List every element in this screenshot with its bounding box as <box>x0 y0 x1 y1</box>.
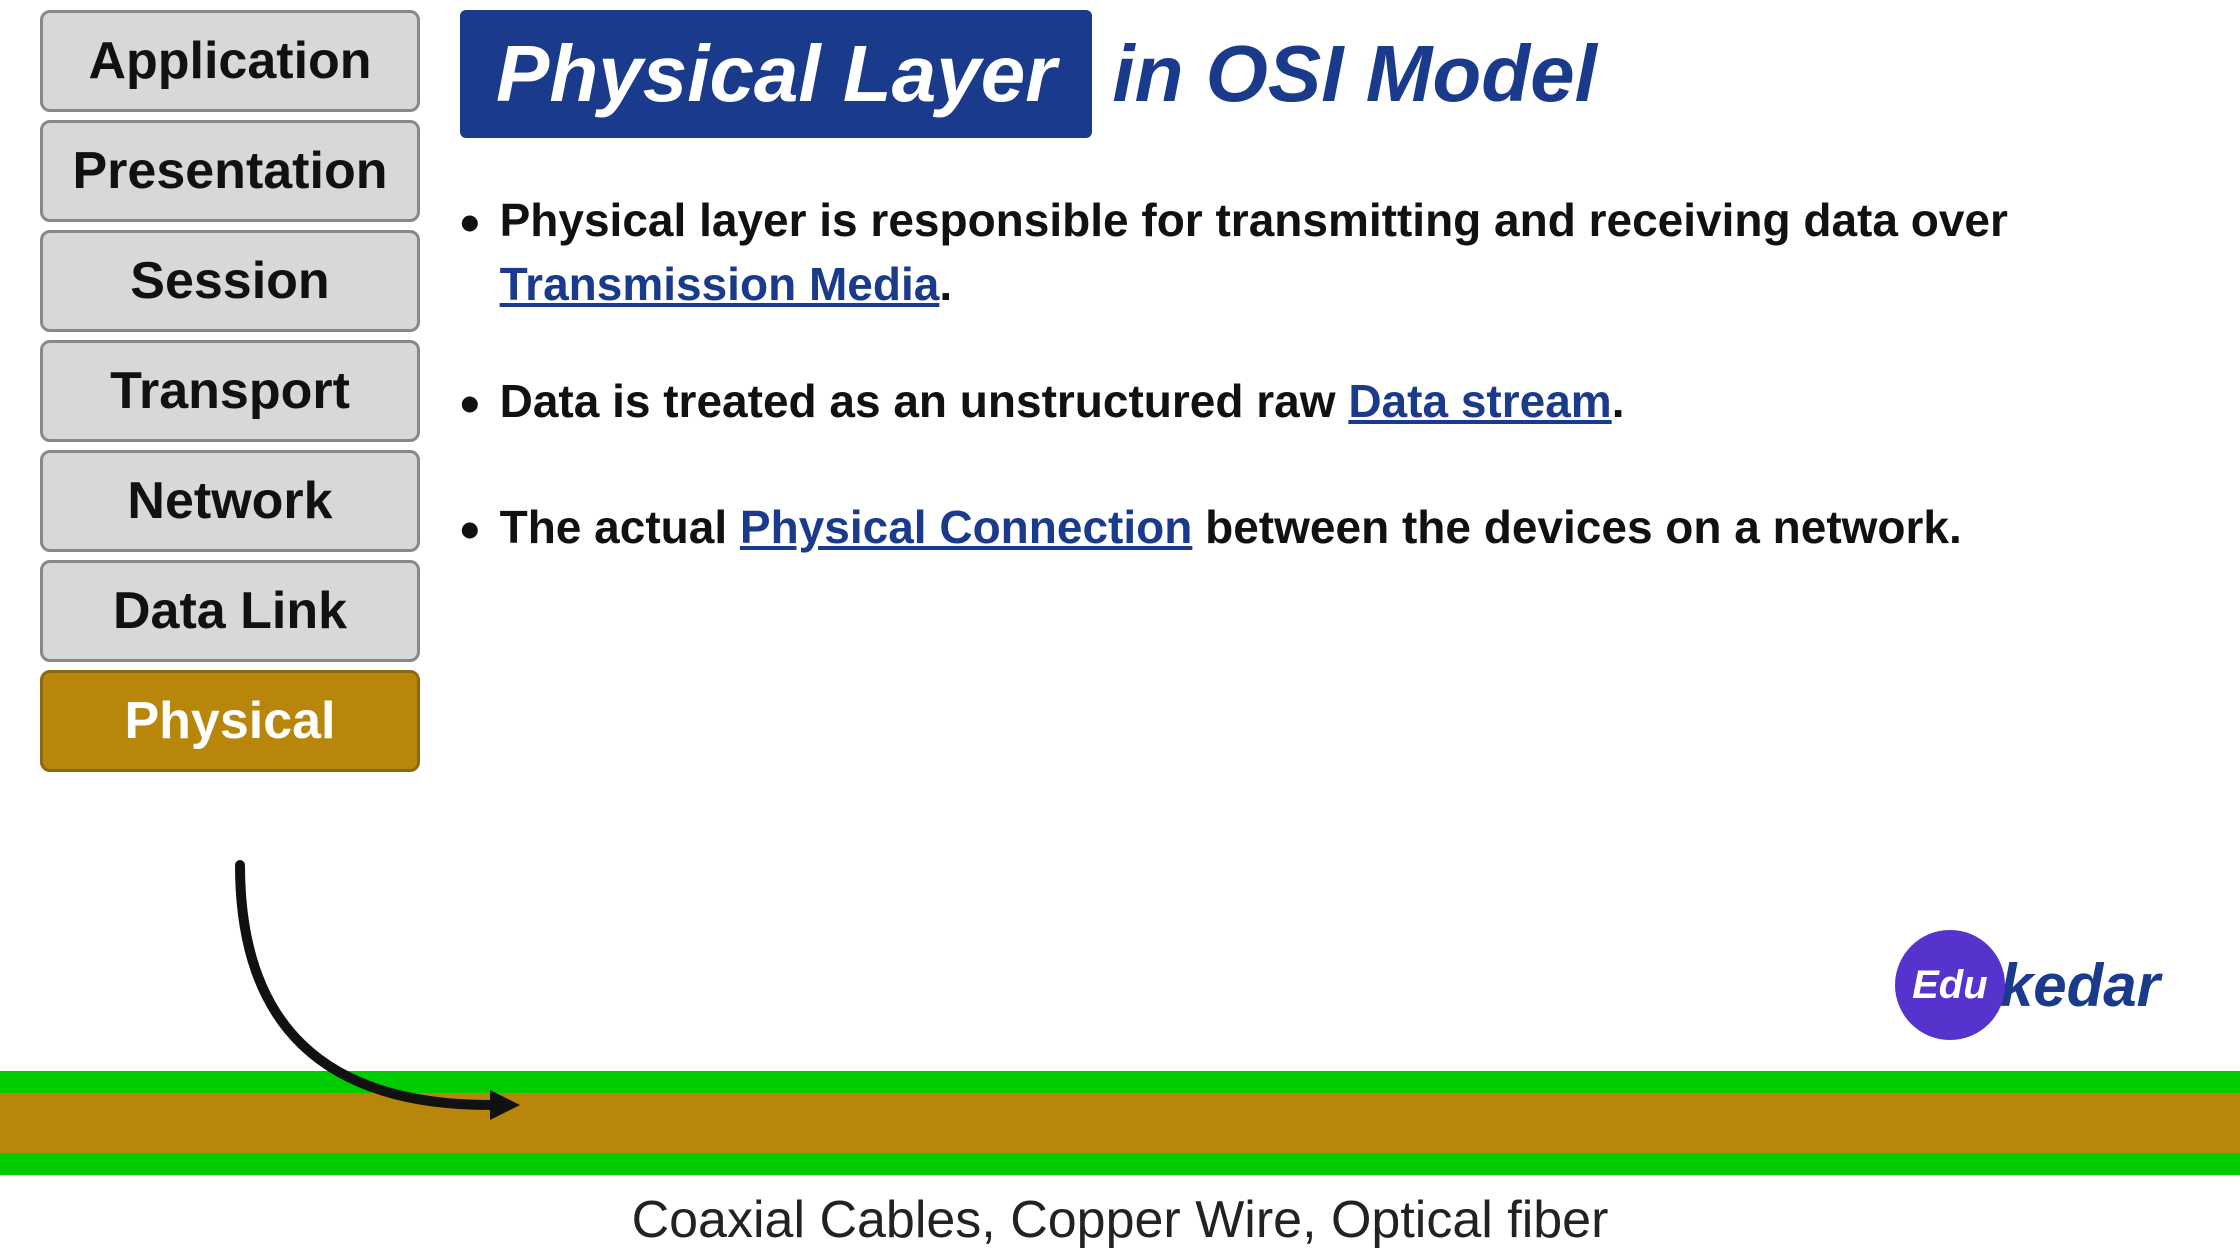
bullet-1-text: Physical layer is responsible for transm… <box>500 188 2220 317</box>
bullet-points: Physical layer is responsible for transm… <box>460 188 2220 570</box>
layer-network[interactable]: Network <box>40 450 420 552</box>
cable-green-top <box>0 1071 2240 1093</box>
layer-datalink[interactable]: Data Link <box>40 560 420 662</box>
bullet-2: Data is treated as an unstructured raw D… <box>460 369 2220 443</box>
content-panel: Physical Layer in OSI Model Physical lay… <box>460 10 2220 622</box>
layer-presentation[interactable]: Presentation <box>40 120 420 222</box>
cable-bar <box>0 1071 2240 1175</box>
osi-layer-list: Application Presentation Session Transpo… <box>40 10 420 772</box>
cable-visualization: Coaxial Cables, Copper Wire, Optical fib… <box>0 1060 2240 1260</box>
transmission-media-link[interactable]: Transmission Media <box>500 258 940 310</box>
title-highlighted-box: Physical Layer <box>460 10 1092 138</box>
bullet-1: Physical layer is responsible for transm… <box>460 188 2220 317</box>
layer-application[interactable]: Application <box>40 10 420 112</box>
bullet-2-text: Data is treated as an unstructured raw D… <box>500 369 2220 433</box>
kedar-text: kedar <box>2000 951 2160 1020</box>
cable-label: Coaxial Cables, Copper Wire, Optical fib… <box>0 1190 2240 1250</box>
page-title: Physical Layer in OSI Model <box>460 10 2220 138</box>
layer-physical[interactable]: Physical <box>40 670 420 772</box>
bullet-3: The actual Physical Connection between t… <box>460 495 2220 569</box>
bullet-3-text: The actual Physical Connection between t… <box>500 495 2220 559</box>
data-stream-link[interactable]: Data stream <box>1348 375 1611 427</box>
physical-connection-link[interactable]: Physical Connection <box>740 501 1192 553</box>
cable-green-bottom <box>0 1153 2240 1175</box>
edukedar-logo: Edu kedar <box>1895 930 2160 1040</box>
edu-circle: Edu <box>1895 930 2005 1040</box>
title-rest-text: in OSI Model <box>1112 28 1596 120</box>
layer-transport[interactable]: Transport <box>40 340 420 442</box>
cable-gold-core <box>0 1093 2240 1153</box>
layer-session[interactable]: Session <box>40 230 420 332</box>
